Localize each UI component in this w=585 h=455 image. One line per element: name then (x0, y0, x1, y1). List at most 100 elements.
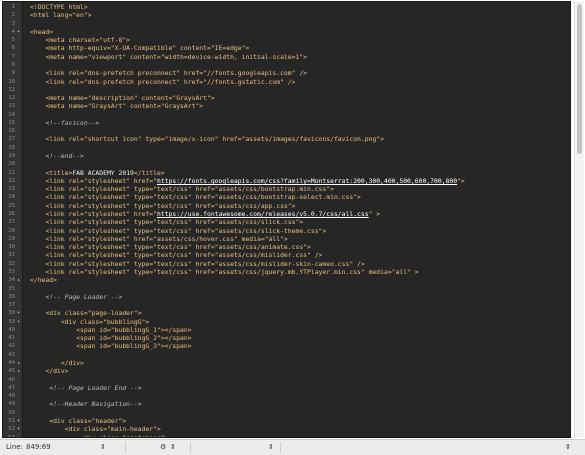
scrollbar-thumb[interactable] (577, 4, 582, 154)
code-token: " > (368, 210, 381, 218)
code-line[interactable]: 37 (3, 301, 570, 309)
code-line[interactable]: 5 <meta charset="utf-8"> (3, 36, 570, 44)
fold-open-icon[interactable]: ▾ (16, 434, 21, 437)
chevron-updown-icon[interactable]: ⇕ (565, 443, 571, 452)
line-number: 9 (11, 70, 15, 77)
line-code: <link rel="dns-prefetch preconnect" href… (30, 78, 295, 86)
code-token: <span id="bubblingG_2"></span> (30, 334, 192, 343)
code-line[interactable]: 22 <link rel="stylesheet" href="https://… (3, 176, 570, 185)
code-line[interactable]: 4 ▾ <head> (3, 28, 570, 36)
line-number: 41 (8, 335, 15, 342)
code-line[interactable]: 15 <!--favicon--> (3, 119, 570, 127)
fold-close-icon[interactable]: ▴ (16, 367, 21, 375)
code-line[interactable]: 47 <!-- Page Loader End --> (3, 384, 570, 392)
chevron-updown-icon[interactable]: ⇕ (100, 443, 106, 452)
code-line[interactable]: 42 <span id="bubblingG_3"></span> (3, 342, 570, 350)
code-line[interactable]: 40 <span id="bubblingG_1"></span> (3, 326, 570, 334)
code-line[interactable]: 23 <link rel="stylesheet" type="text/css… (3, 185, 570, 193)
code-line[interactable]: 18 (3, 144, 570, 152)
code-token: "> (457, 176, 465, 185)
code-line[interactable]: 48 (3, 392, 570, 400)
line-code: <div class="container"> (30, 434, 169, 437)
code-line[interactable]: 29 <link rel="stylesheet" href="assets/c… (3, 235, 570, 243)
code-line[interactable]: 7 <meta name="viewport" content="width=d… (3, 53, 570, 61)
code-line[interactable]: 45 ▴ </div> (3, 367, 570, 375)
code-line[interactable]: 39 ▾ <div class="bubblingG"> (3, 318, 570, 326)
code-line[interactable]: 12 <meta name="description" content="Gra… (3, 94, 570, 102)
code-line[interactable]: 36 <!-- Page Loader --> (3, 293, 570, 301)
code-line[interactable]: 33 <link rel="stylesheet" type="text/css… (3, 268, 570, 276)
code-line[interactable]: 19 <!--end--> (3, 152, 570, 160)
statusbar-divider (190, 442, 191, 453)
code-line[interactable]: 52 ▾ <div class="main-header"> (3, 425, 570, 433)
code-line[interactable]: 16 (3, 127, 570, 135)
code-line[interactable]: 9 <link rel="dns-prefetch preconnect" hr… (3, 69, 570, 77)
code-line[interactable]: 34 ▴ </head> (3, 276, 570, 284)
code-line[interactable]: 2 <html lang="en"> (3, 11, 570, 20)
line-label: Line: (6, 443, 23, 451)
fold-open-icon[interactable]: ▾ (16, 28, 21, 36)
line-code: <link rel="shortcut icon" type="image/x-… (30, 135, 384, 143)
code-line[interactable]: 17 <link rel="shortcut icon" type="image… (3, 135, 570, 143)
line-number: 47 (8, 384, 15, 391)
chevron-updown-icon[interactable]: ⇕ (170, 443, 176, 452)
code-line[interactable]: 49 <!--Header Navigation--> (3, 400, 570, 408)
chevron-updown-icon[interactable]: ⇕ (268, 443, 274, 452)
line-code: </div> (30, 367, 68, 375)
code-line[interactable]: 10 <link rel="dns-prefetch preconnect" h… (3, 78, 570, 86)
code-url[interactable]: https://use.fontawesome.com/releases/v5.… (157, 210, 369, 218)
code-line[interactable]: 50 (3, 409, 570, 417)
code-line[interactable]: 1 <!DOCTYPE html> (3, 3, 570, 11)
line-code: <meta name="viewport" content="width=dev… (30, 53, 307, 61)
code-line[interactable]: 20 (3, 160, 570, 168)
code-line[interactable]: 13 <meta name="GraysArt" content="GraysA… (3, 102, 570, 111)
vertical-scrollbar[interactable] (574, 1, 584, 438)
line-code: <div class="page-loader"> (30, 309, 141, 317)
line-number: 8 (11, 61, 15, 68)
line-position-field[interactable]: 849:69 (26, 443, 96, 452)
code-line[interactable]: 32 <link rel="stylesheet" type="text/css… (3, 260, 570, 268)
code-line[interactable]: 25 <link rel="stylesheet" type="text/css… (3, 202, 570, 210)
code-line[interactable]: 31 <link rel="stylesheet" type="text/css… (3, 251, 570, 260)
code-token: <link rel="stylesheet" type="text/css" h… (30, 226, 327, 235)
fold-open-icon[interactable]: ▾ (16, 318, 21, 326)
code-line[interactable]: 43 (3, 351, 570, 359)
fold-open-icon[interactable]: ▾ (16, 309, 21, 317)
line-code: <meta name="description" content="GraysA… (30, 94, 214, 102)
fold-open-icon[interactable]: ▾ (16, 417, 21, 425)
code-line[interactable]: 6 <meta http-equiv="X-UA-Compatible" con… (3, 44, 570, 52)
code-token: <html lang="en"> (30, 11, 92, 20)
code-line[interactable]: 24 <link rel="stylesheet" type="text/css… (3, 193, 570, 201)
code-line[interactable]: 26 <link rel="stylesheet" href="https://… (3, 210, 570, 218)
code-line[interactable]: 11 (3, 86, 570, 94)
line-number: 48 (8, 393, 15, 400)
code-line[interactable]: 21 <title>FAB ACADEMY 2019</title> (3, 169, 570, 177)
code-line[interactable]: 27 <link rel="stylesheet" type="text/css… (3, 218, 570, 226)
line-code: <link rel="stylesheet" type="text/css" h… (30, 218, 303, 226)
line-number: 50 (8, 409, 15, 416)
code-token: <div class="header"> (30, 417, 127, 425)
code-url[interactable]: https://fonts.googleapis.com/css?family=… (157, 177, 457, 185)
code-line[interactable]: 51 ▾ <div class="header"> (3, 417, 570, 425)
code-line[interactable]: 14 (3, 111, 570, 119)
code-line[interactable]: 44 ▴ </div> (3, 359, 570, 367)
code-line[interactable]: 38 ▾ <div class="page-loader"> (3, 309, 570, 317)
line-code: <title>FAB ACADEMY 2019</title> (30, 169, 164, 177)
code-line[interactable]: 30 <link rel="stylesheet" type="text/css… (3, 243, 570, 251)
code-line[interactable]: 8 (3, 61, 570, 69)
line-number: 18 (8, 144, 15, 151)
fold-open-icon[interactable]: ▾ (16, 425, 21, 433)
code-line[interactable]: 28 <link rel="stylesheet" type="text/css… (3, 226, 570, 235)
fold-close-icon[interactable]: ▴ (16, 359, 21, 367)
code-line[interactable]: 3 (3, 20, 570, 28)
code-line[interactable]: 53 ▾ <div class="container"> (3, 434, 570, 437)
code-line[interactable]: 35 (3, 285, 570, 293)
gear-icon[interactable]: ⚙ (160, 443, 166, 452)
code-line[interactable]: 41 <span id="bubblingG_2"></span> (3, 334, 570, 343)
line-number: 22 (8, 177, 15, 184)
code-editor[interactable]: 1 <!DOCTYPE html> 2 <html lang="en"> 3 4 ▾ <hea… (2, 1, 571, 438)
fold-close-icon[interactable]: ▴ (16, 276, 21, 284)
code-token: <link rel="stylesheet" type="text/css" h… (30, 251, 323, 260)
code-line[interactable]: 46 (3, 376, 570, 384)
code-token: <meta name="GraysArt" content="GraysArt"… (30, 102, 204, 111)
